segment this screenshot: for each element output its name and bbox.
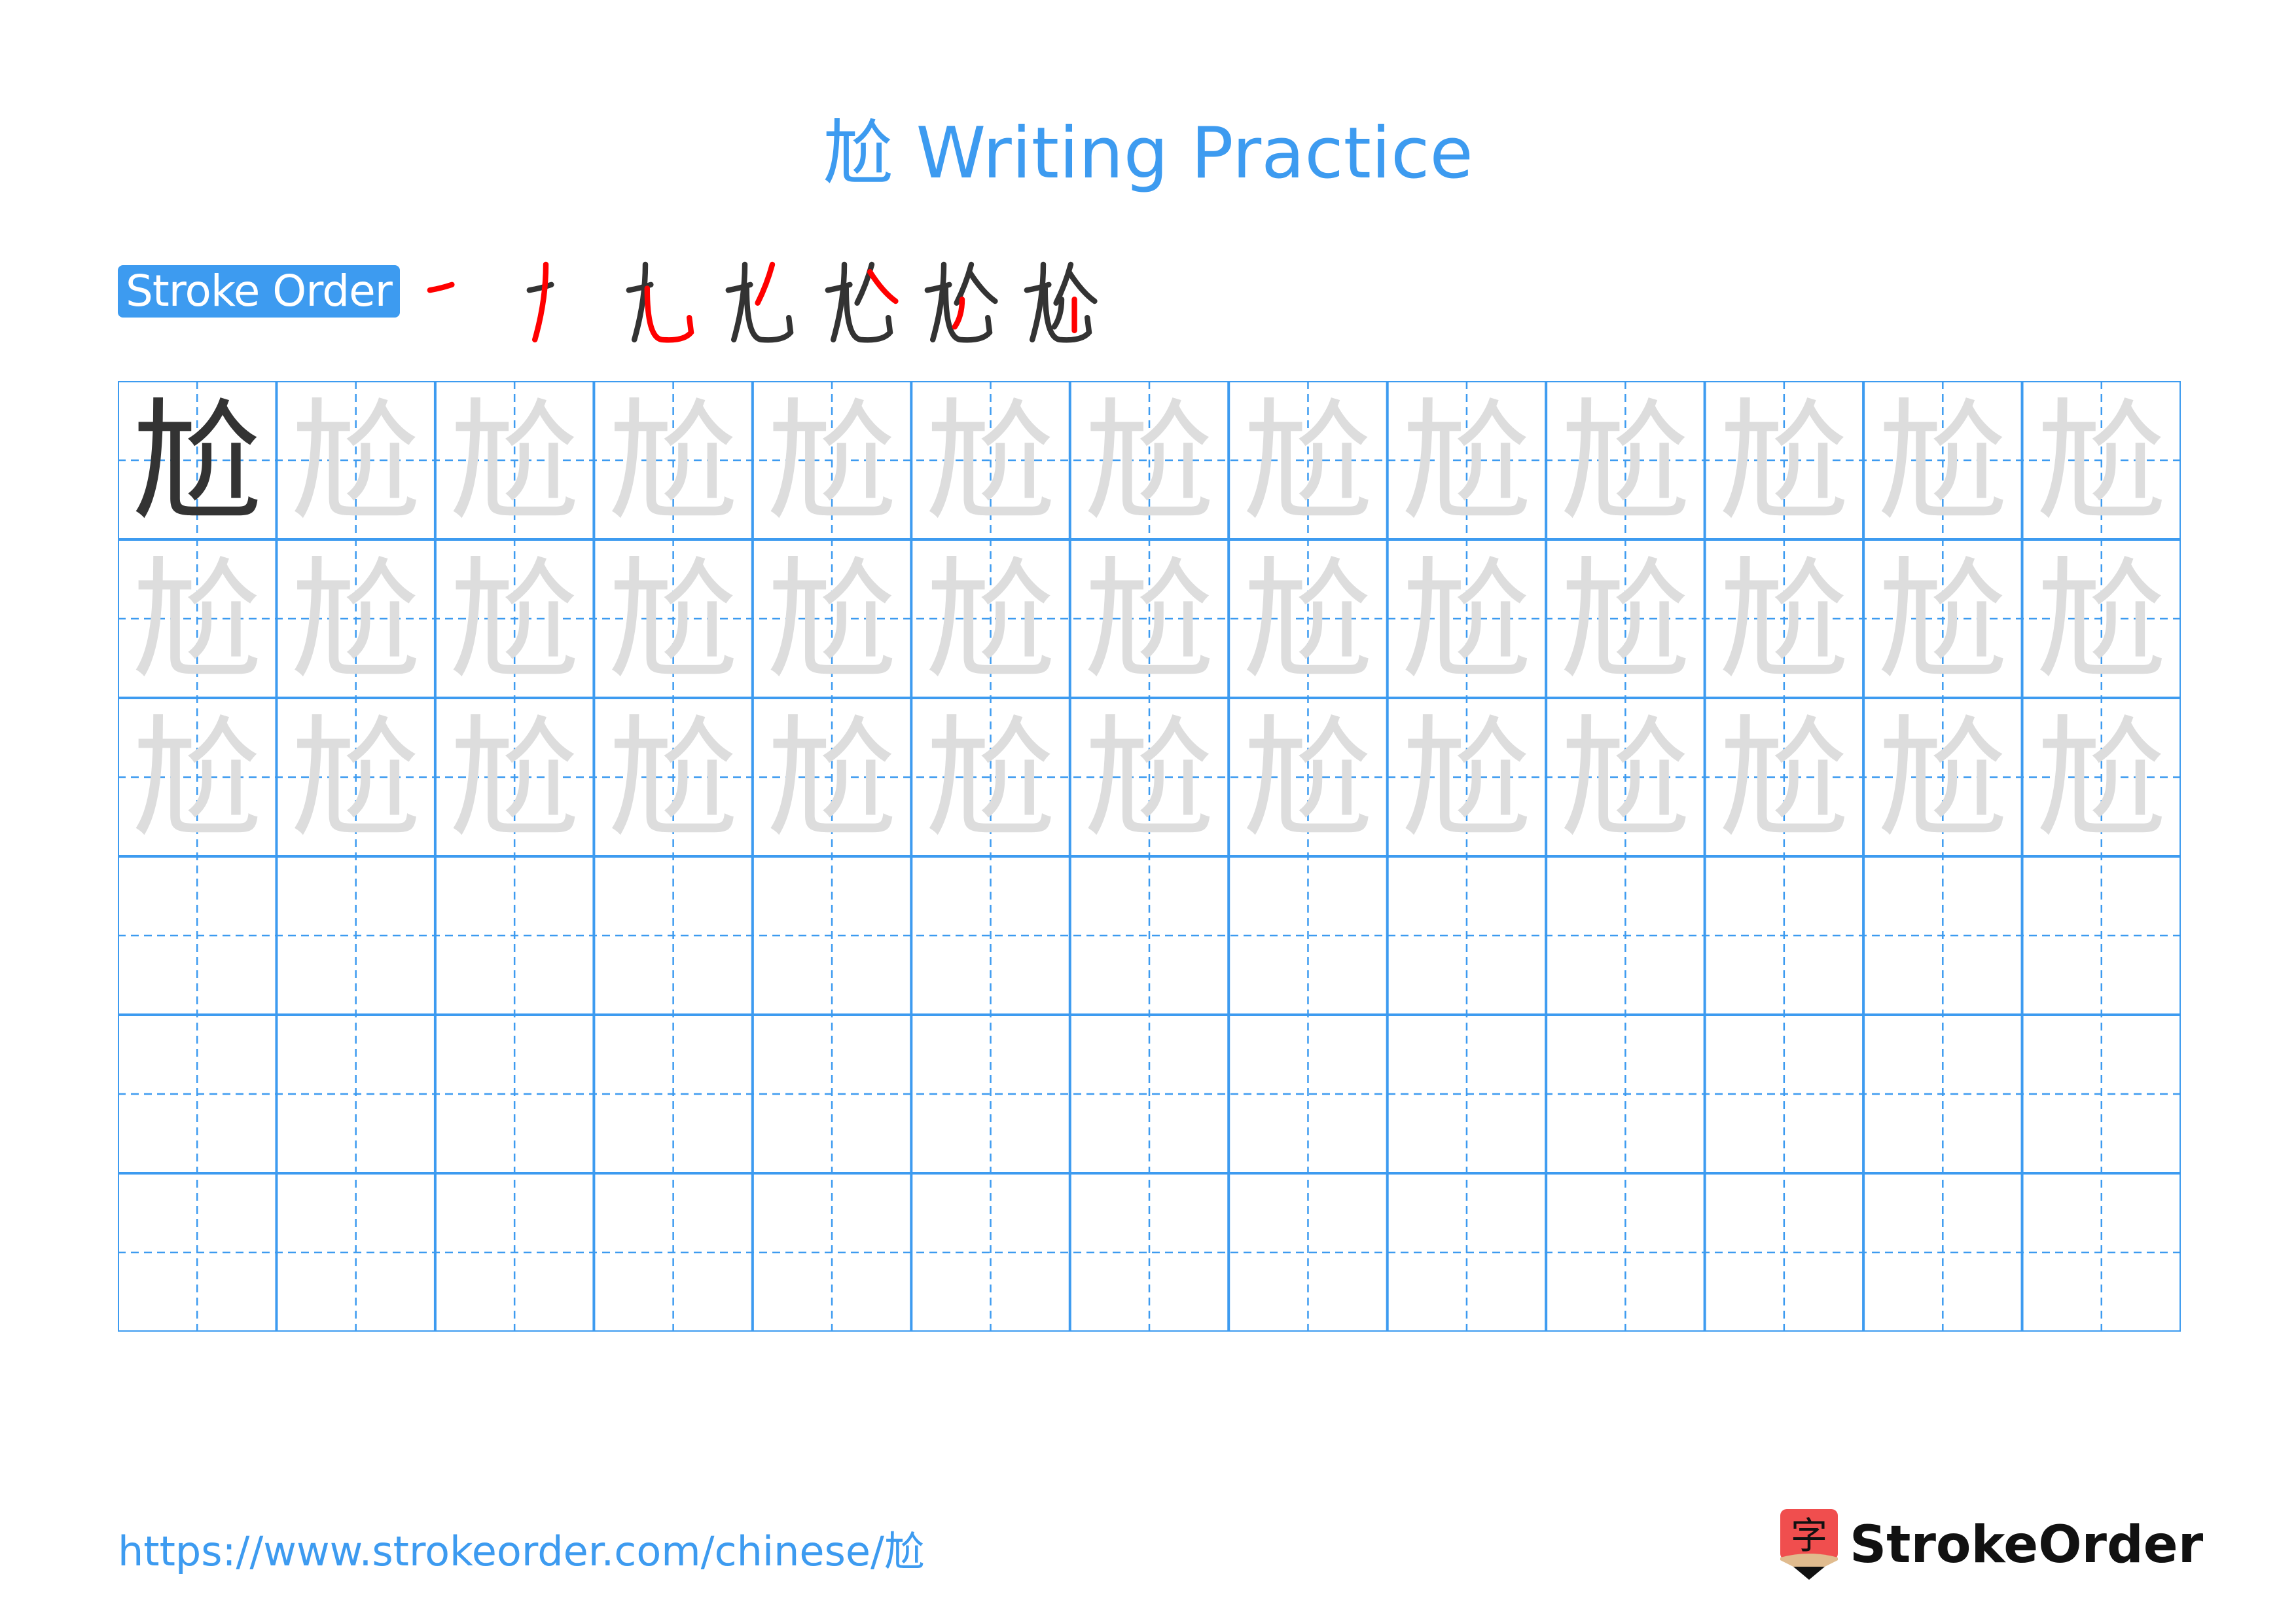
previous-stroke: [1030, 261, 1047, 342]
trace-character: 尬: [925, 703, 1056, 856]
trace-character: 尬: [291, 545, 422, 697]
trace-character: 尬: [1719, 545, 1850, 697]
current-stroke: [867, 269, 899, 304]
current-stroke: [644, 285, 694, 343]
trace-character: 尬: [291, 386, 422, 539]
stroke-step-3: [618, 255, 709, 347]
trace-character: 尬: [608, 386, 739, 539]
trace-character: 尬: [766, 703, 897, 856]
stroke-step-2: [518, 255, 610, 347]
trace-character: 尬: [132, 545, 262, 697]
stroke-order-badge: Stroke Order: [118, 265, 400, 318]
trace-character: 尬: [1242, 545, 1373, 697]
stroke-step-7: [1016, 255, 1107, 347]
trace-character: 尬: [449, 703, 580, 856]
previous-stroke: [930, 261, 947, 342]
trace-character: 尬: [1719, 703, 1850, 856]
trace-character: 尬: [1560, 386, 1691, 539]
stroke-step-4: [717, 255, 809, 347]
strokeorder-logo[interactable]: 字 StrokeOrder: [1780, 1509, 2203, 1581]
trace-character: 尬: [925, 545, 1056, 697]
trace-character: 尬: [766, 386, 897, 539]
trace-character: 尬: [1084, 545, 1215, 697]
previous-stroke: [632, 261, 649, 342]
logo-text: StrokeOrder: [1850, 1516, 2204, 1575]
trace-character: 尬: [2036, 386, 2167, 539]
trace-character: 尬: [608, 545, 739, 697]
stroke-step-5: [817, 255, 908, 347]
current-stroke: [427, 282, 455, 293]
svg-text:字: 字: [1791, 1515, 1827, 1558]
trace-character: 尬: [2036, 545, 2167, 697]
page-title: 尬 Writing Practice: [823, 113, 1473, 194]
stroke-order-row: Stroke Order: [118, 255, 400, 327]
trace-character: 尬: [608, 703, 739, 856]
model-character: 尬: [132, 386, 262, 539]
previous-stroke: [942, 285, 993, 343]
trace-character: 尬: [1401, 545, 1532, 697]
practice-grid-svg: 尬尬尬尬尬尬尬尬尬尬尬尬尬尬尬尬尬尬尬尬尬尬尬尬尬尬尬尬尬尬尬尬尬尬尬尬尬尬尬: [118, 381, 2181, 1332]
trace-character: 尬: [1401, 703, 1532, 856]
trace-character: 尬: [925, 386, 1056, 539]
previous-stroke: [831, 261, 848, 342]
current-stroke: [755, 261, 776, 306]
previous-stroke: [843, 285, 893, 343]
trace-character: 尬: [1401, 386, 1532, 539]
trace-character: 尬: [1877, 386, 2008, 539]
current-stroke: [532, 261, 549, 342]
trace-character: 尬: [1560, 703, 1691, 856]
trace-character: 尬: [1877, 703, 2008, 856]
trace-character: 尬: [2036, 703, 2167, 856]
trace-character: 尬: [1877, 545, 2008, 697]
trace-character: 尬: [1084, 386, 1215, 539]
trace-character: 尬: [1719, 386, 1850, 539]
previous-stroke: [1042, 285, 1092, 343]
previous-stroke: [967, 269, 998, 304]
previous-stroke: [1066, 269, 1098, 304]
stroke-step-6: [916, 255, 1008, 347]
trace-character: 尬: [132, 703, 262, 856]
trace-character: 尬: [766, 545, 897, 697]
previous-stroke: [731, 261, 748, 342]
trace-character: 尬: [1242, 703, 1373, 856]
footer-url[interactable]: https://www.strokeorder.com/chinese/尬: [118, 1525, 925, 1578]
previous-stroke: [744, 285, 794, 343]
trace-character: 尬: [291, 703, 422, 856]
trace-character: 尬: [449, 386, 580, 539]
previous-stroke: [526, 282, 554, 293]
trace-character: 尬: [449, 545, 580, 697]
trace-character: 尬: [1084, 703, 1215, 856]
trace-character: 尬: [1560, 545, 1691, 697]
stroke-step-1: [419, 255, 511, 347]
practice-grid: 尬尬尬尬尬尬尬尬尬尬尬尬尬尬尬尬尬尬尬尬尬尬尬尬尬尬尬尬尬尬尬尬尬尬尬尬尬尬尬: [118, 381, 2181, 1332]
pencil-logo-icon: 字: [1780, 1509, 1838, 1581]
trace-character: 尬: [1242, 386, 1373, 539]
